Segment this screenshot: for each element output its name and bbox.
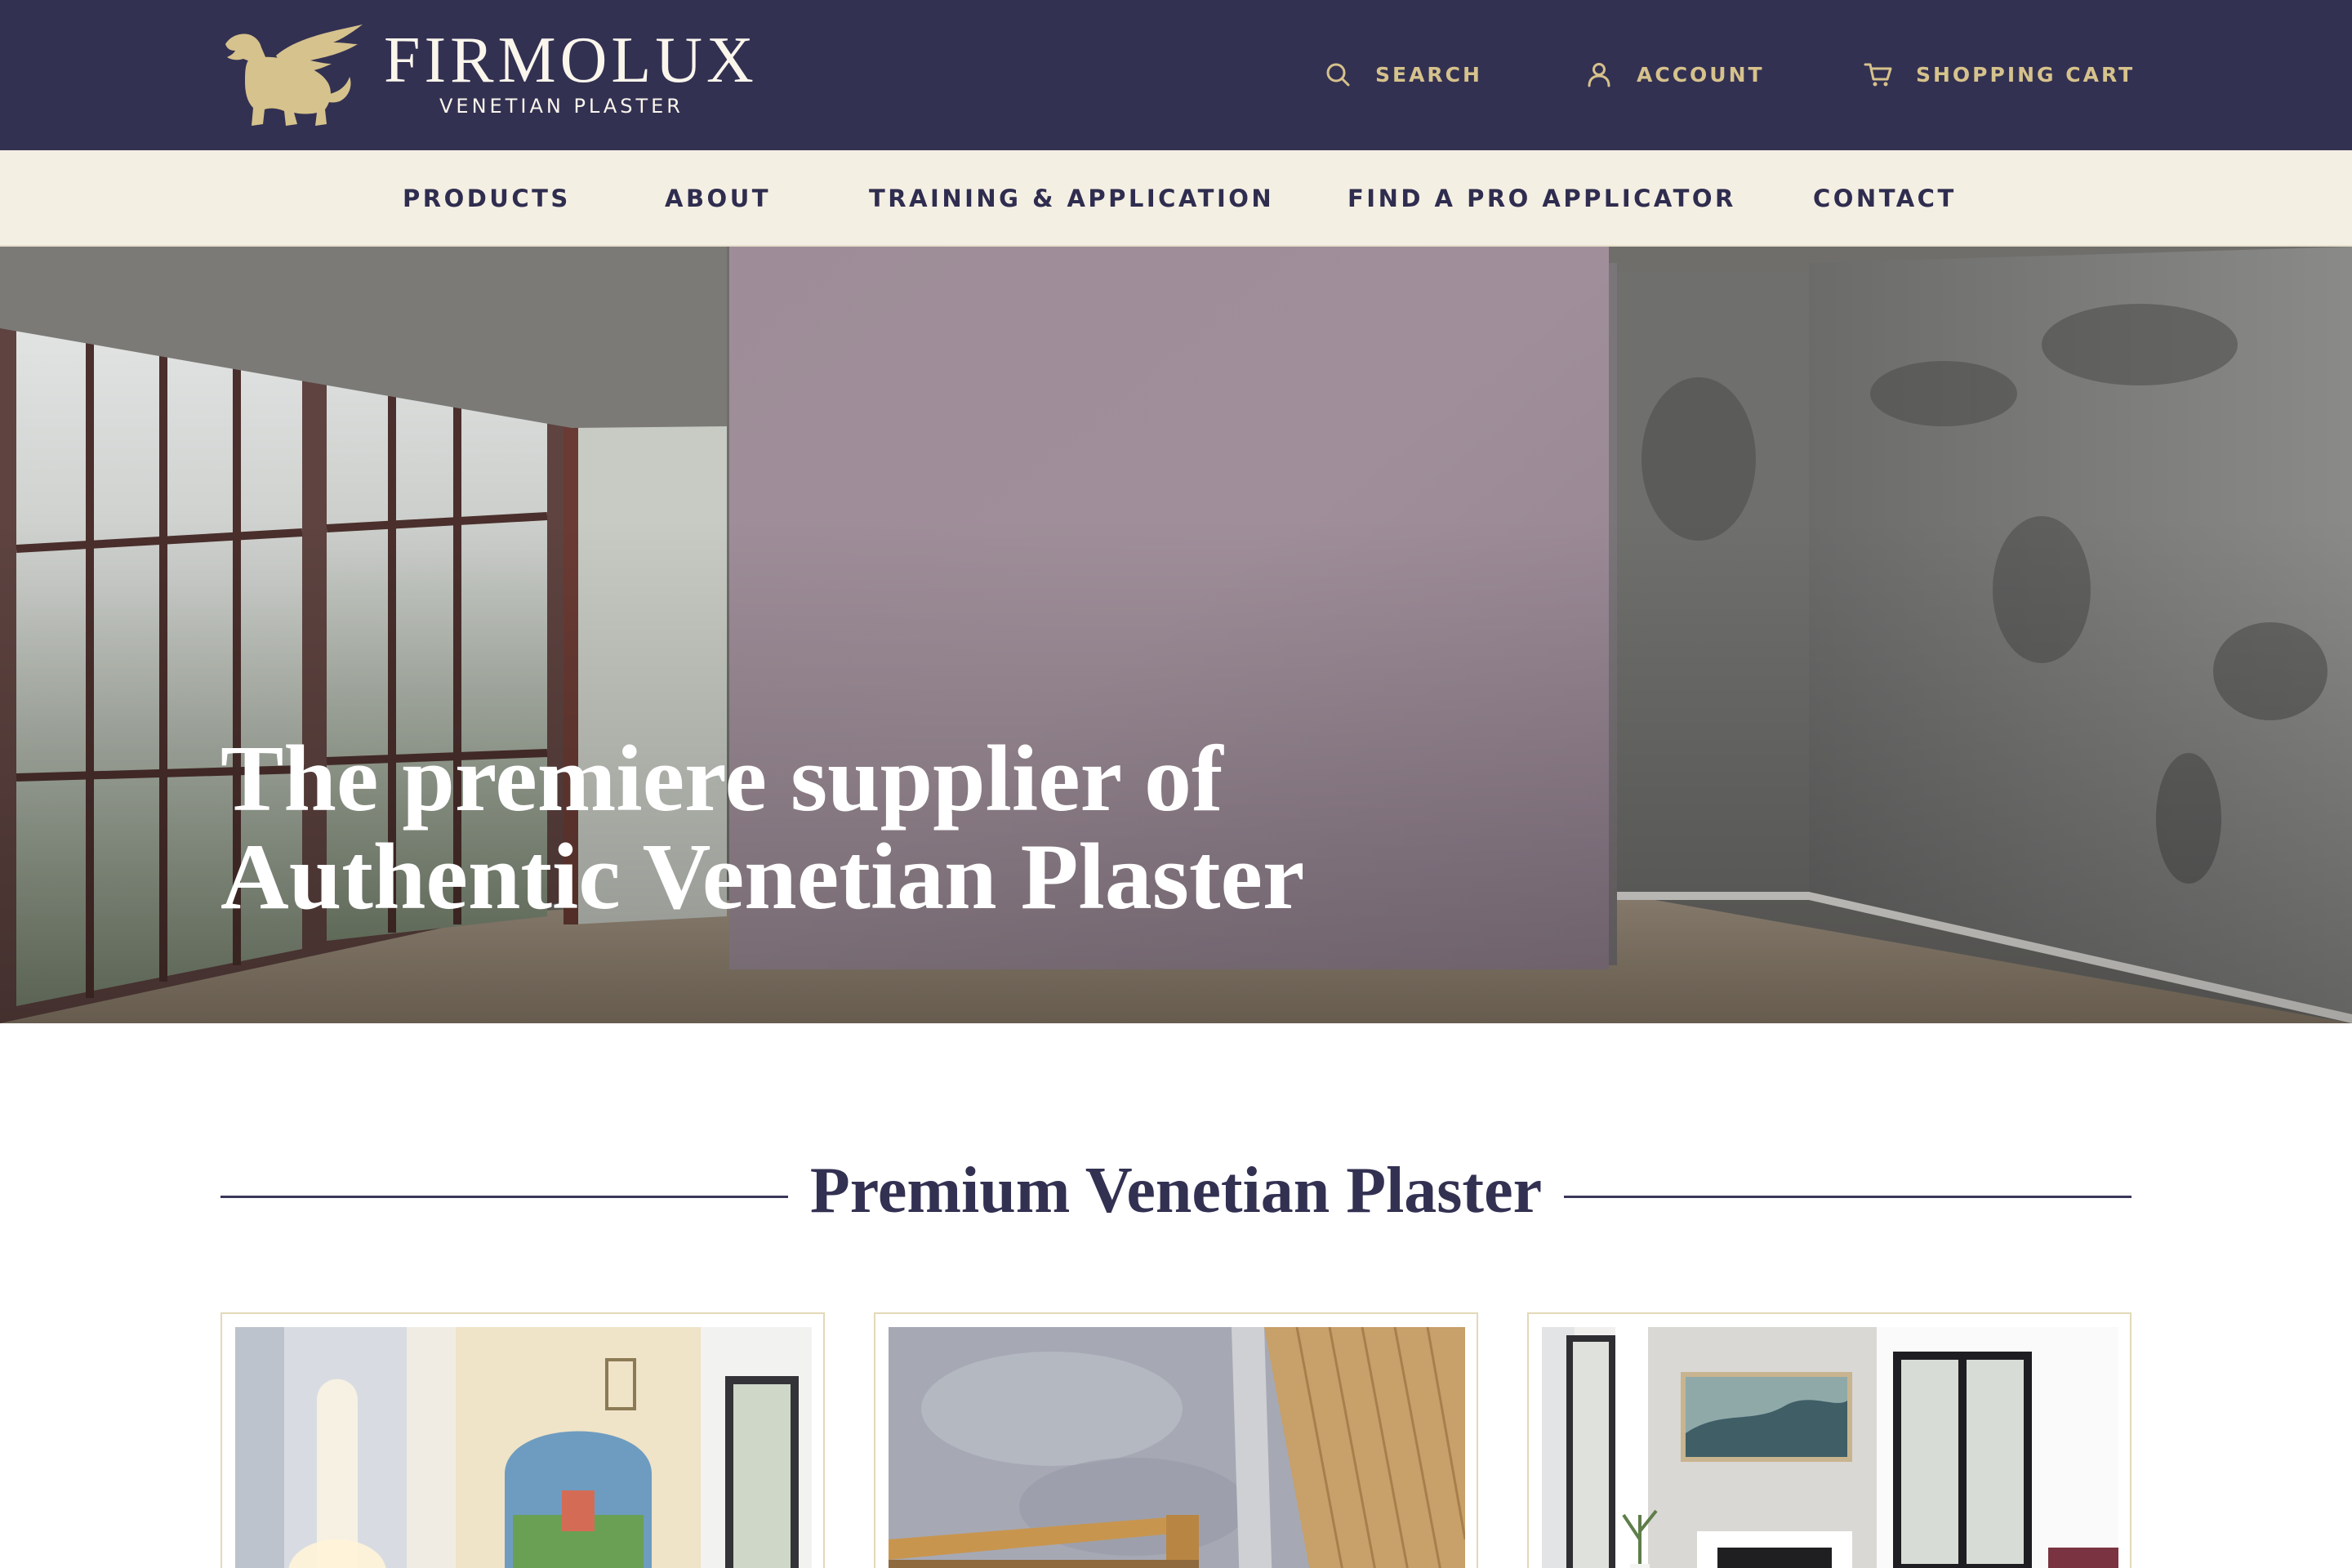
top-header: FIRMOLUX VENETIAN PLASTER SEARCH ACCOUNT…	[0, 0, 2352, 150]
account-link[interactable]: ACCOUNT	[1584, 57, 1765, 91]
nav-find-pro-applicator[interactable]: FIND A PRO APPLICATOR	[1348, 185, 1736, 213]
product-card[interactable]	[220, 1312, 825, 1568]
account-label: ACCOUNT	[1637, 62, 1765, 87]
brand-tagline: VENETIAN PLASTER	[439, 95, 684, 118]
product-card[interactable]	[1527, 1312, 2132, 1568]
product-card[interactable]	[874, 1312, 1478, 1568]
brand-name: FIRMOLUX	[384, 24, 758, 96]
search-icon	[1326, 63, 1350, 87]
hero-title-line-2: Authentic Venetian Plaster	[220, 825, 1305, 929]
shopping-cart-label: SHOPPING CART	[1916, 62, 2136, 87]
divider-line-left	[220, 1196, 788, 1198]
divider-line-right	[1564, 1196, 2132, 1198]
product-image-living-room	[1542, 1327, 2118, 1568]
search-label: SEARCH	[1375, 62, 1482, 87]
hero-title-line-1: The premiere supplier of	[220, 727, 1223, 831]
cart-icon	[1864, 63, 1892, 87]
shopping-cart-link[interactable]: SHOPPING CART	[1864, 57, 2135, 91]
nav-products[interactable]: PRODUCTS	[403, 185, 571, 213]
main-navigation: PRODUCTS ABOUT TRAINING & APPLICATION FI…	[0, 150, 2352, 247]
nav-contact[interactable]: CONTACT	[1813, 185, 1957, 213]
hero-banner: The premiere supplier of Authentic Venet…	[0, 247, 2352, 1023]
nav-training-application[interactable]: TRAINING & APPLICATION	[869, 185, 1274, 213]
search-link[interactable]: SEARCH	[1323, 57, 1482, 91]
griffin-icon	[225, 24, 363, 126]
brand-logo[interactable]: FIRMOLUX VENETIAN PLASTER	[219, 23, 754, 129]
product-image-hallway	[235, 1327, 812, 1568]
nav-about[interactable]: ABOUT	[665, 185, 771, 213]
section-title: Premium Venetian Plaster	[809, 1155, 1543, 1227]
section-heading: Premium Venetian Plaster	[220, 1150, 2132, 1232]
product-image-plaster-stair	[889, 1327, 1465, 1568]
user-icon	[1588, 63, 1610, 87]
hero-title: The premiere supplier of Authentic Venet…	[220, 730, 1609, 926]
